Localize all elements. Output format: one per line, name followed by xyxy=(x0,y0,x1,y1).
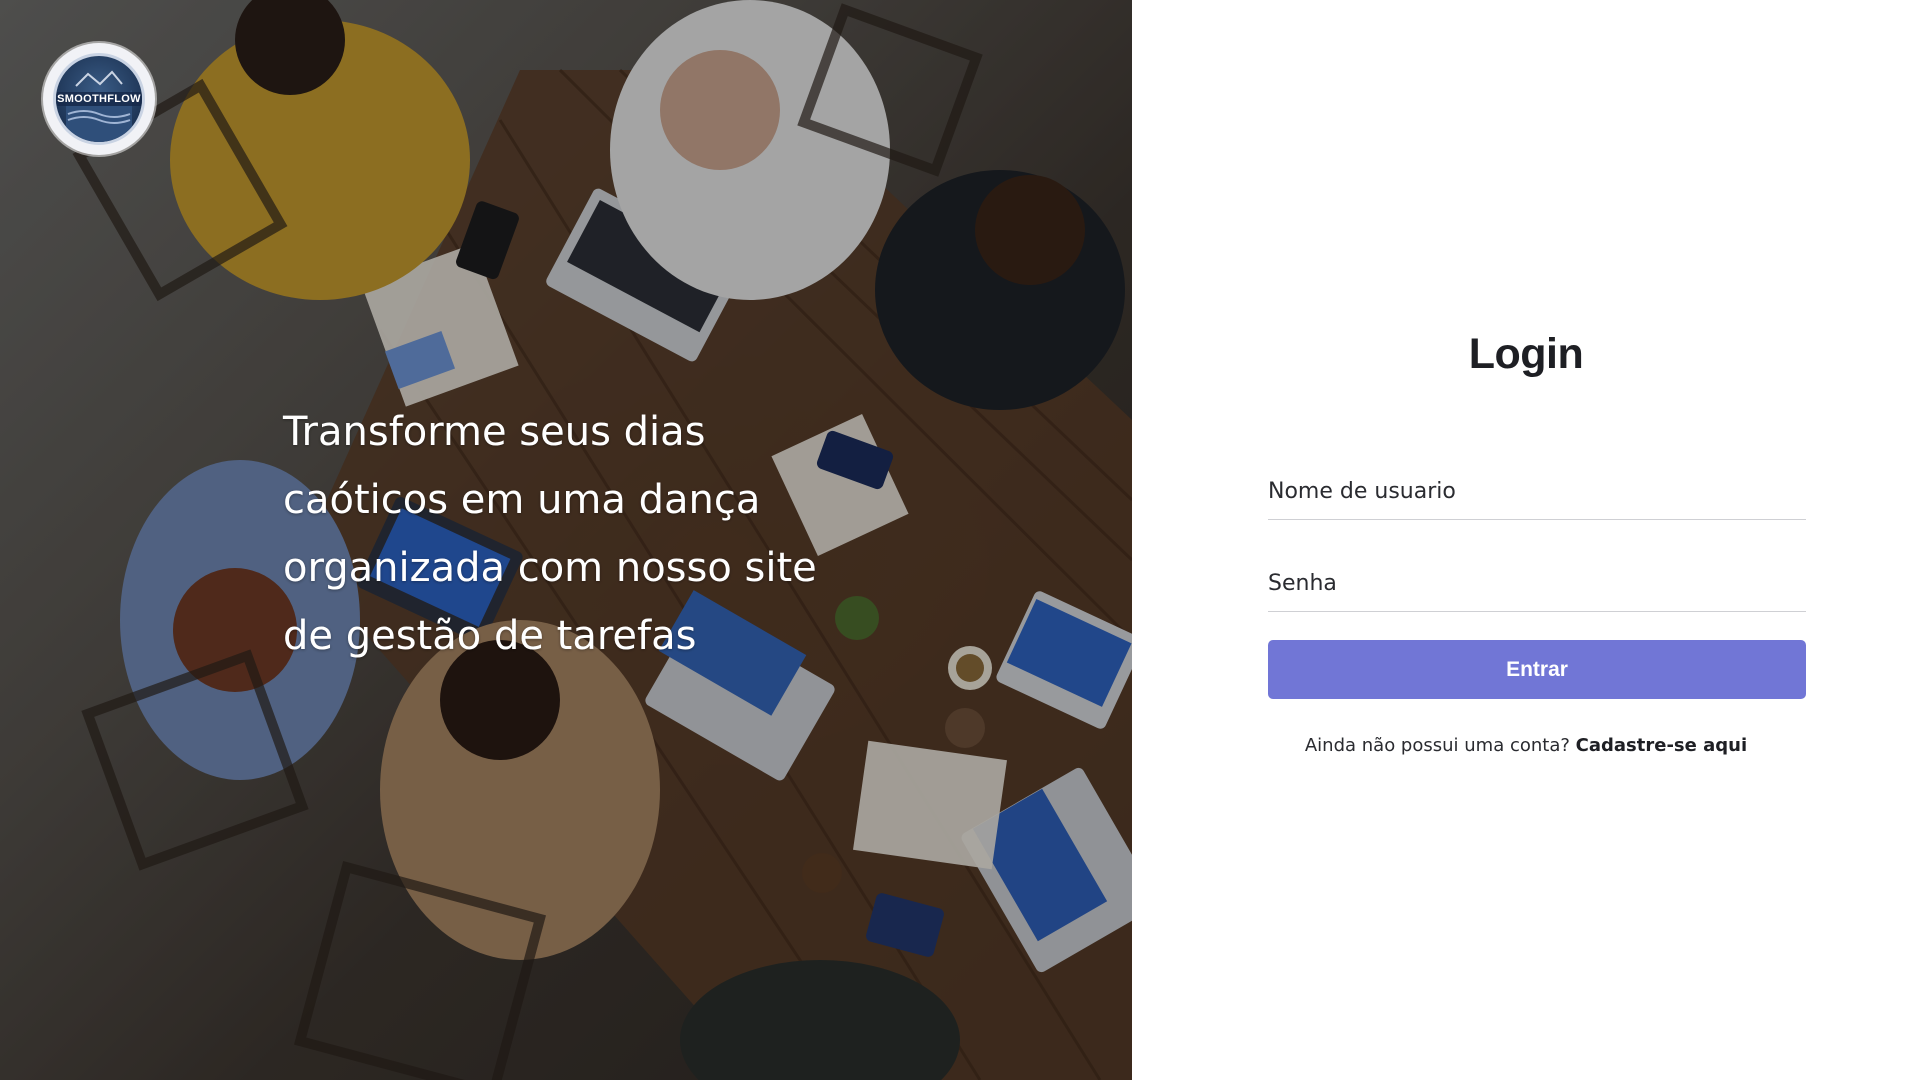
password-input[interactable] xyxy=(1268,556,1806,612)
brand-logo-text: SMOOTHFLOW xyxy=(56,92,142,106)
hero-tagline-line: caóticos em uma dança xyxy=(283,477,761,523)
hero-tagline-line: organizada com nosso site xyxy=(283,545,817,591)
brand-logo[interactable]: SMOOTHFLOW xyxy=(43,43,155,155)
wave-mountain-badge-icon: SMOOTHFLOW xyxy=(53,53,145,145)
hero-tagline: Transforme seus dias caóticos em uma dan… xyxy=(283,398,863,670)
hero-panel: SMOOTHFLOW Transforme seus dias caóticos… xyxy=(0,0,1132,1080)
username-input[interactable] xyxy=(1268,464,1806,520)
signup-link[interactable]: Cadastre-se aqui xyxy=(1576,735,1747,756)
signup-prompt-text: Ainda não possui uma conta? xyxy=(1304,735,1570,756)
hero-tagline-line: de gestão de tarefas xyxy=(283,613,697,659)
signup-prompt: Ainda não possui uma conta? Cadastre-se … xyxy=(1132,735,1920,756)
login-submit-button[interactable]: Entrar xyxy=(1268,640,1806,699)
login-page: SMOOTHFLOW Transforme seus dias caóticos… xyxy=(0,0,1920,1080)
hero-tagline-line: Transforme seus dias xyxy=(283,409,706,455)
login-title: Login xyxy=(1468,330,1584,378)
login-panel: Login Entrar Ainda não possui uma conta?… xyxy=(1132,0,1920,1080)
